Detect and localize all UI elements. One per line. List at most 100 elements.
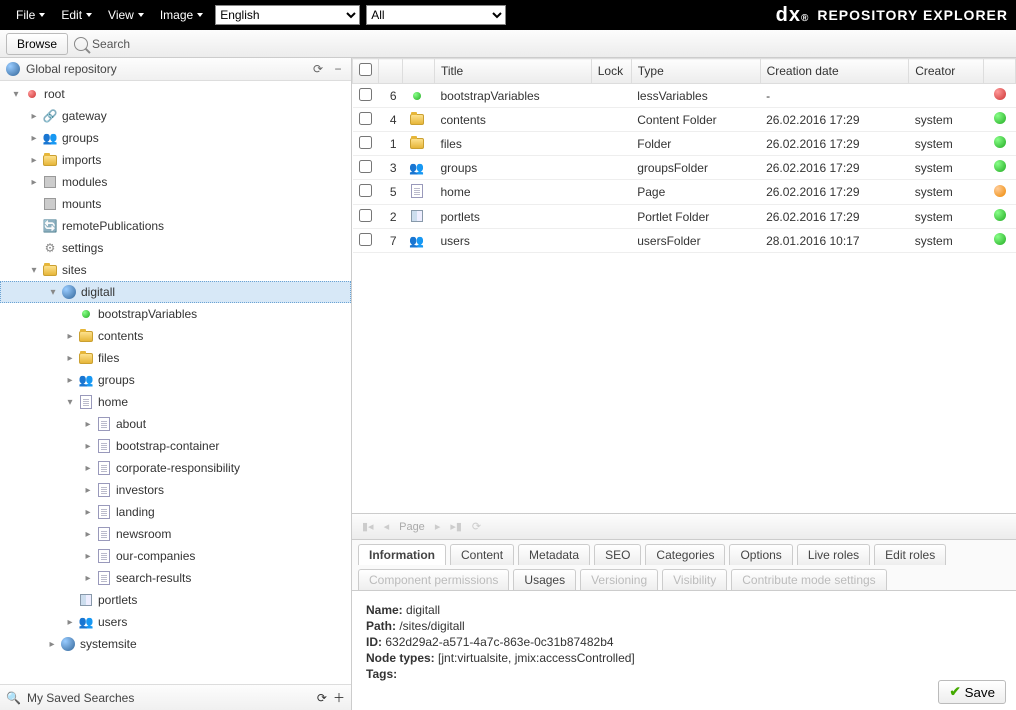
tree-node[interactable]: 🔄remotePublications (0, 215, 351, 237)
expander-icon[interactable]: ▸ (80, 551, 96, 562)
tree-node[interactable]: ▸👥users (0, 611, 351, 633)
expander-icon[interactable]: ▾ (8, 89, 24, 100)
expander-icon[interactable]: ▸ (80, 485, 96, 496)
menu-view[interactable]: View (100, 8, 152, 22)
table-row[interactable]: 6bootstrapVariableslessVariables- (353, 84, 1016, 108)
header-creation[interactable]: Creation date (760, 59, 909, 84)
row-checkbox[interactable] (359, 136, 372, 149)
row-checkbox[interactable] (359, 184, 372, 197)
tree-node[interactable]: ▸systemsite (0, 633, 351, 655)
browse-button[interactable]: Browse (6, 33, 68, 55)
tab-usages[interactable]: Usages (513, 569, 576, 590)
tree-node[interactable]: ▸bootstrap-container (0, 435, 351, 457)
tab-seo[interactable]: SEO (594, 544, 641, 565)
table-row[interactable]: 7👥usersusersFolder28.01.2016 10:17system (353, 229, 1016, 253)
tree-node[interactable]: ▸landing (0, 501, 351, 523)
refresh-icon[interactable]: ⟳ (311, 62, 325, 76)
pager-next-icon[interactable]: ▸ (435, 520, 441, 533)
tree-node[interactable]: ▸👥groups (0, 127, 351, 149)
cell-checkbox[interactable] (353, 180, 379, 205)
cell-checkbox[interactable] (353, 205, 379, 229)
tab-metadata[interactable]: Metadata (518, 544, 590, 565)
tree-node[interactable]: ▸newsroom (0, 523, 351, 545)
menu-edit[interactable]: Edit (53, 8, 100, 22)
tree-node[interactable]: ▸🔗gateway (0, 105, 351, 127)
save-button[interactable]: ✔ Save (938, 680, 1006, 704)
expander-icon[interactable]: ▸ (80, 529, 96, 540)
pager-prev-icon[interactable]: ◂ (384, 520, 390, 533)
tree-node[interactable]: ▸our-companies (0, 545, 351, 567)
table-row[interactable]: 5homePage26.02.2016 17:29system (353, 180, 1016, 205)
header-title[interactable]: Title (435, 59, 592, 84)
header-creator[interactable]: Creator (909, 59, 984, 84)
cell-checkbox[interactable] (353, 84, 379, 108)
pager-last-icon[interactable]: ▸▮ (450, 520, 462, 533)
expander-icon[interactable]: ▾ (45, 287, 61, 298)
search-button[interactable]: Search (74, 37, 130, 51)
table-row[interactable]: 1filesFolder26.02.2016 17:29system (353, 132, 1016, 156)
tree-node[interactable]: mounts (0, 193, 351, 215)
expander-icon[interactable]: ▸ (62, 617, 78, 628)
expander-icon[interactable]: ▸ (80, 419, 96, 430)
tree-node[interactable]: ▾root (0, 83, 351, 105)
tree-node[interactable]: ▸files (0, 347, 351, 369)
tab-options[interactable]: Options (729, 544, 792, 565)
tree-node[interactable]: ▾digitall (0, 281, 351, 303)
pager-refresh-icon[interactable]: ⟳ (472, 520, 481, 533)
header-lock[interactable]: Lock (591, 59, 631, 84)
expander-icon[interactable]: ▸ (26, 111, 42, 122)
expander-icon[interactable]: ▸ (62, 331, 78, 342)
tree-node[interactable]: bootstrapVariables (0, 303, 351, 325)
tree-node[interactable]: ⚙settings (0, 237, 351, 259)
tree-node[interactable]: ▸contents (0, 325, 351, 347)
expander-icon[interactable]: ▸ (44, 639, 60, 650)
expander-icon[interactable]: ▸ (26, 177, 42, 188)
tree-node[interactable]: portlets (0, 589, 351, 611)
row-checkbox[interactable] (359, 233, 372, 246)
tree-node[interactable]: ▸about (0, 413, 351, 435)
row-checkbox[interactable] (359, 160, 372, 173)
row-checkbox[interactable] (359, 88, 372, 101)
minus-icon[interactable]: − (331, 62, 345, 76)
cell-checkbox[interactable] (353, 132, 379, 156)
filter-select[interactable]: All (366, 5, 506, 25)
row-checkbox[interactable] (359, 112, 372, 125)
menu-file[interactable]: File (8, 8, 53, 22)
table-row[interactable]: 4contentsContent Folder26.02.2016 17:29s… (353, 108, 1016, 132)
header-type[interactable]: Type (631, 59, 760, 84)
tree-node[interactable]: ▸👥groups (0, 369, 351, 391)
tree-node[interactable]: ▾home (0, 391, 351, 413)
expander-icon[interactable]: ▸ (80, 507, 96, 518)
cell-checkbox[interactable] (353, 156, 379, 180)
tab-live-roles[interactable]: Live roles (797, 544, 870, 565)
tree-node[interactable]: ▸corporate-responsibility (0, 457, 351, 479)
tab-content[interactable]: Content (450, 544, 514, 565)
tab-information[interactable]: Information (358, 544, 446, 565)
tree-node[interactable]: ▸investors (0, 479, 351, 501)
refresh-footer-icon[interactable]: ⟳ (317, 691, 327, 705)
menu-image[interactable]: Image (152, 8, 211, 22)
tree-view[interactable]: ▾root▸🔗gateway▸👥groups▸imports▸modulesmo… (0, 81, 351, 684)
table-row[interactable]: 3👥groupsgroupsFolder26.02.2016 17:29syst… (353, 156, 1016, 180)
tree-node[interactable]: ▸search-results (0, 567, 351, 589)
cell-checkbox[interactable] (353, 108, 379, 132)
header-checkbox[interactable] (353, 59, 379, 84)
expander-icon[interactable]: ▸ (80, 441, 96, 452)
language-select[interactable]: English (215, 5, 360, 25)
tree-node[interactable]: ▸imports (0, 149, 351, 171)
tree-node[interactable]: ▸modules (0, 171, 351, 193)
pager-first-icon[interactable]: ▮◂ (362, 520, 374, 533)
expander-icon[interactable]: ▸ (26, 133, 42, 144)
expander-icon[interactable]: ▾ (62, 397, 78, 408)
row-checkbox[interactable] (359, 209, 372, 222)
expander-icon[interactable]: ▸ (62, 353, 78, 364)
cell-checkbox[interactable] (353, 229, 379, 253)
expander-icon[interactable]: ▸ (80, 573, 96, 584)
table-row[interactable]: 2portletsPortlet Folder26.02.2016 17:29s… (353, 205, 1016, 229)
expander-icon[interactable]: ▾ (26, 265, 42, 276)
tab-edit-roles[interactable]: Edit roles (874, 544, 946, 565)
expander-icon[interactable]: ▸ (62, 375, 78, 386)
expander-icon[interactable]: ▸ (80, 463, 96, 474)
tab-categories[interactable]: Categories (645, 544, 725, 565)
expander-icon[interactable]: ▸ (26, 155, 42, 166)
